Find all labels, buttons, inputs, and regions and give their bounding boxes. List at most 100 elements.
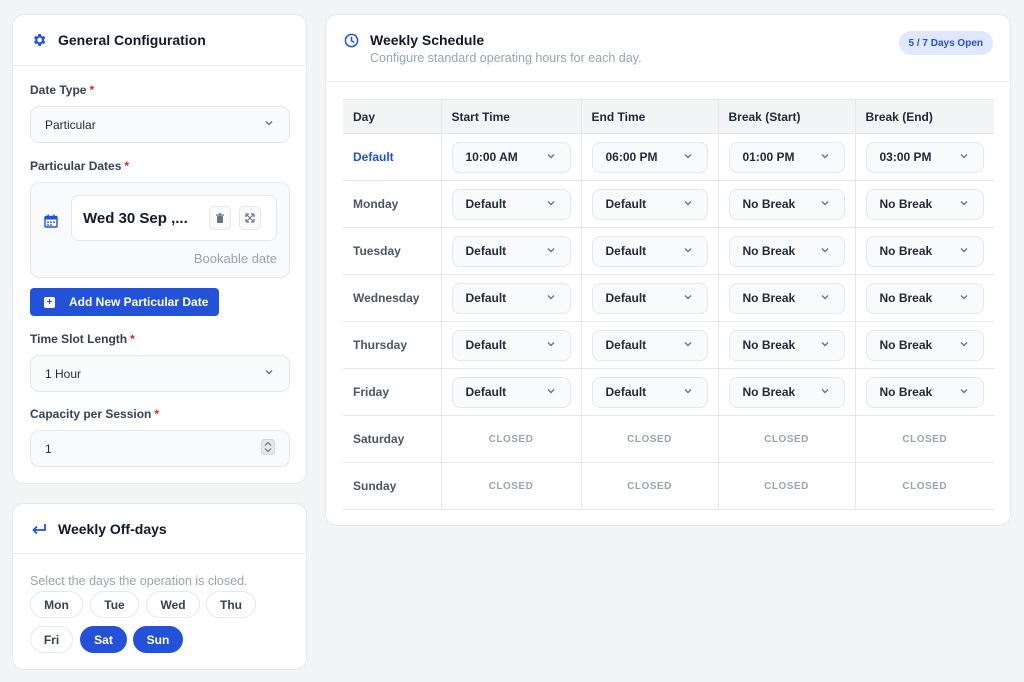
schedule-table: Day Start Time End Time Break (Start) Br… — [343, 99, 994, 510]
thursday-end-time-select[interactable]: Default — [591, 329, 708, 361]
day-label-saturday: Saturday — [343, 415, 442, 463]
wednesday-end-time-select[interactable]: Default — [591, 282, 708, 314]
select-value: Default — [465, 291, 507, 305]
friday-break-end-select[interactable]: No Break — [865, 376, 984, 408]
select-value: Default — [465, 244, 507, 258]
monday-break-end-select[interactable]: No Break — [865, 188, 984, 220]
monday-end-time-select[interactable]: Default — [591, 188, 708, 220]
select-value: Default — [465, 338, 507, 352]
offday-pill-sat[interactable]: Sat — [80, 626, 127, 653]
time-slot-length-select[interactable]: 1 Hour — [30, 355, 290, 392]
schedule-row-sunday: Sunday CLOSED CLOSED CLOSED CLOSED — [343, 462, 994, 510]
day-label-tuesday: Tuesday — [343, 227, 442, 275]
general-configuration-card: General Configuration Date Type * Particu… — [12, 14, 307, 484]
select-value: No Break — [879, 244, 933, 258]
chevron-down-icon — [682, 244, 694, 259]
chevron-down-icon — [682, 291, 694, 306]
offday-pill-thu[interactable]: Thu — [206, 591, 256, 618]
monday-start-time-select[interactable]: Default — [451, 188, 571, 220]
schedule-row-thursday: Thursday Default Default No Break No Break — [343, 321, 994, 369]
select-value: No Break — [742, 197, 796, 211]
chevron-down-icon — [263, 366, 275, 381]
default-end-time-select[interactable]: 06:00 PM — [591, 141, 708, 173]
schedule-row-tuesday: Tuesday Default Default No Break No Break — [343, 227, 994, 275]
schedule-row-monday: Monday Default Default No Break No Break — [343, 180, 994, 228]
day-label-default: Default — [343, 133, 442, 181]
schedule-table-wrapper[interactable]: Day Start Time End Time Break (Start) Br… — [343, 99, 994, 511]
schedule-cell: 01:00 PM — [718, 133, 856, 181]
schedule-cell: Default — [441, 227, 582, 275]
add-particular-date-button[interactable]: + Add New Particular Date — [30, 288, 219, 316]
select-value: Default — [465, 385, 507, 399]
chevron-down-icon — [819, 197, 831, 212]
friday-break-start-select[interactable]: No Break — [728, 376, 845, 408]
weekly-offdays-header: Weekly Off-days — [13, 504, 306, 554]
schedule-cell: 06:00 PM — [581, 133, 719, 181]
day-label-monday: Monday — [343, 180, 442, 228]
thursday-start-time-select[interactable]: Default — [451, 329, 571, 361]
select-value: No Break — [879, 385, 933, 399]
select-value: Default — [605, 385, 647, 399]
column-header-day: Day — [343, 99, 442, 134]
schedule-cell: Default — [581, 274, 719, 322]
thursday-break-end-select[interactable]: No Break — [865, 329, 984, 361]
friday-start-time-select[interactable]: Default — [451, 376, 571, 408]
chevron-down-icon — [958, 150, 970, 165]
weekly-offdays-card: Weekly Off-days Select the days the oper… — [12, 503, 307, 670]
chevron-down-icon — [545, 244, 557, 259]
chevron-down-icon — [819, 291, 831, 306]
column-header-end-time: End Time — [581, 99, 719, 134]
select-value: No Break — [742, 244, 796, 258]
chevron-down-icon — [819, 338, 831, 353]
plus-square-icon: + — [44, 296, 55, 308]
default-break-start-select[interactable]: 01:00 PM — [728, 141, 845, 173]
wednesday-start-time-select[interactable]: Default — [451, 282, 571, 314]
date-type-select[interactable]: Particular — [30, 106, 290, 143]
select-value: No Break — [742, 338, 796, 352]
select-value: 03:00 PM — [879, 150, 932, 164]
schedule-cell: No Break — [855, 368, 994, 416]
tuesday-break-end-select[interactable]: No Break — [865, 235, 984, 267]
default-start-time-select[interactable]: 10:00 AM — [451, 141, 571, 173]
monday-break-start-select[interactable]: No Break — [728, 188, 845, 220]
select-value: No Break — [742, 385, 796, 399]
offday-pill-wed[interactable]: Wed — [146, 591, 200, 618]
chevron-down-icon — [682, 338, 694, 353]
chevron-down-icon — [819, 385, 831, 400]
closed-label: CLOSED — [441, 415, 582, 463]
column-header-break-start: Break (Start) — [718, 99, 856, 134]
chevron-down-icon — [545, 197, 557, 212]
offday-pill-fri[interactable]: Fri — [30, 626, 73, 653]
schedule-cell: Default — [441, 274, 582, 322]
tuesday-start-time-select[interactable]: Default — [451, 235, 571, 267]
offday-pill-tue[interactable]: Tue — [90, 591, 139, 618]
default-break-end-select[interactable]: 03:00 PM — [865, 141, 984, 173]
friday-end-time-select[interactable]: Default — [591, 376, 708, 408]
day-label-friday: Friday — [343, 368, 442, 416]
schedule-row-saturday: Saturday CLOSED CLOSED CLOSED CLOSED — [343, 415, 994, 463]
time-slot-length-label: Time Slot Length * — [30, 332, 135, 346]
chevron-down-icon — [819, 244, 831, 259]
capacity-input[interactable]: 1 — [30, 430, 290, 467]
chevron-down-icon — [819, 150, 831, 165]
select-value: Default — [605, 291, 647, 305]
thursday-break-start-select[interactable]: No Break — [728, 329, 845, 361]
clock-icon — [344, 33, 359, 48]
offday-pill-sun[interactable]: Sun — [133, 626, 183, 653]
expand-icon[interactable] — [239, 206, 261, 230]
closed-label: CLOSED — [718, 462, 856, 510]
wednesday-break-start-select[interactable]: No Break — [728, 282, 845, 314]
tuesday-break-start-select[interactable]: No Break — [728, 235, 845, 267]
chevron-down-icon — [958, 291, 970, 306]
particular-date-chip[interactable]: Wed 30 Sep ,... — [71, 195, 277, 241]
weekly-offdays-title: Weekly Off-days — [58, 520, 167, 537]
wednesday-break-end-select[interactable]: No Break — [865, 282, 984, 314]
tuesday-end-time-select[interactable]: Default — [591, 235, 708, 267]
select-value: Default — [465, 197, 507, 211]
stepper-icon[interactable] — [261, 439, 275, 458]
select-value: No Break — [879, 197, 933, 211]
offday-pill-mon[interactable]: Mon — [30, 591, 83, 618]
schedule-cell: No Break — [718, 180, 856, 228]
chevron-down-icon — [958, 385, 970, 400]
trash-icon[interactable] — [209, 206, 231, 230]
